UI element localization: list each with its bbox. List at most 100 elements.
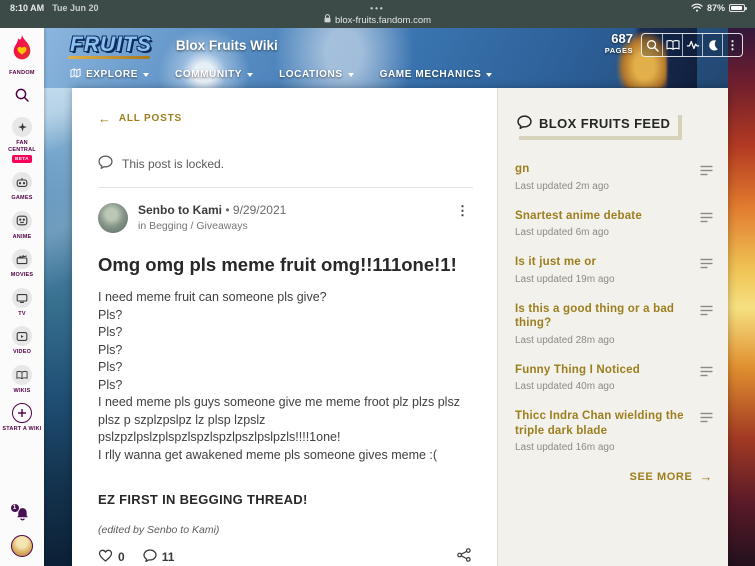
post-lines-icon — [700, 256, 713, 274]
feed-list: gn Last updated 2m ago Snartest anime de… — [515, 162, 713, 453]
header-more-menu[interactable]: ⋮ — [722, 34, 742, 56]
feed-item[interactable]: gn Last updated 2m ago — [515, 162, 713, 192]
post-category[interactable]: in Begging / Giveaways — [138, 220, 286, 232]
search-icon[interactable] — [642, 34, 662, 56]
post-paragraph: Pls? — [98, 307, 123, 322]
reactions-bar: 0 11 — [98, 548, 473, 565]
address-url: blox-fruits.fandom.com — [334, 14, 432, 26]
share-button[interactable] — [457, 548, 471, 565]
wiki-book-icon[interactable] — [662, 34, 682, 56]
post-paragraph: I need meme pls guys someone give me mem… — [98, 395, 460, 444]
sidebar-item-video[interactable]: VIDEO — [12, 326, 32, 356]
background-left-art — [44, 88, 72, 566]
feed-item[interactable]: Funny Thing I Noticed Last updated 40m a… — [515, 363, 713, 392]
fandom-sidebar: FANDOM FAN CENTRAL BETA GAMES ANIME MOVI… — [0, 28, 44, 566]
feed-item-updated: Last updated 16m ago — [515, 442, 615, 453]
nav-locations[interactable]: LOCATIONS — [279, 69, 354, 80]
sidebar-item-fan-central[interactable]: FAN CENTRAL BETA — [2, 117, 42, 163]
content-area: ← ALL POSTS This post is locked. Senbo t… — [72, 88, 728, 566]
screen: ••• 8:10 AM Tue Jun 20 87% blox-fruits.f… — [0, 0, 755, 566]
post-lines-icon — [700, 410, 713, 428]
feed-item[interactable]: Thicc Indra Chan wielding the triple dar… — [515, 409, 713, 453]
author-name[interactable]: Senbo to Kami — [138, 203, 222, 217]
share-icon — [457, 548, 471, 565]
edited-note: (edited by Senbo to Kami) — [98, 524, 220, 536]
wikis-icon — [12, 364, 32, 385]
comments-button[interactable]: 11 — [143, 548, 174, 565]
nav-game-mechanics[interactable]: GAME MECHANICS — [380, 69, 493, 80]
arrow-left-icon: ← — [98, 111, 112, 126]
fandom-flame-logo-icon[interactable] — [9, 35, 35, 68]
feed-item-updated: Last updated 28m ago — [515, 334, 615, 346]
wiki-header: FRUITS Blox Fruits Wiki 687 PAGES ⋮ EXPL… — [44, 28, 755, 88]
sidebar-item-label: GAMES — [11, 195, 33, 201]
feed-item-title: Is this a good thing or a bad thing? — [515, 302, 675, 330]
feed-item-updated: Last updated 40m ago — [515, 381, 615, 392]
sidebar-item-tv[interactable]: TV — [12, 287, 32, 318]
nav-explore[interactable]: EXPLORE — [70, 68, 149, 81]
locked-notice: This post is locked. — [98, 155, 473, 188]
wiki-logo[interactable]: FRUITS — [70, 33, 152, 57]
feed-item-title: Funny Thing I Noticed — [515, 363, 640, 376]
speech-bubble-icon — [98, 155, 113, 172]
feed-item-updated: Last updated 2m ago — [515, 180, 609, 192]
author-avatar[interactable] — [98, 203, 128, 233]
feed-item[interactable]: Snartest anime debate Last updated 6m ag… — [515, 209, 713, 238]
like-button[interactable]: 0 — [98, 549, 125, 565]
heart-icon — [98, 549, 113, 565]
locked-notice-text: This post is locked. — [122, 156, 225, 171]
activity-pulse-icon[interactable] — [682, 34, 702, 56]
like-count: 0 — [118, 549, 125, 564]
notifications-button[interactable]: 1 — [9, 503, 30, 527]
sidebar-item-label: MOVIES — [10, 272, 34, 278]
post-lines-icon — [700, 303, 713, 321]
user-avatar[interactable] — [11, 535, 33, 557]
feed-item-updated: Last updated 6m ago — [515, 227, 609, 238]
post-header: Senbo to Kami • 9/29/2021 in Begging / G… — [98, 203, 473, 233]
post-subheading: EZ FIRST IN BEGGING THREAD! — [98, 492, 308, 507]
feed-item-updated: Last updated 19m ago — [515, 273, 615, 285]
sidebar-item-games[interactable]: GAMES — [11, 172, 32, 202]
feed-bubble-icon — [517, 115, 532, 132]
sidebar-item-label: WIKIS — [13, 387, 31, 394]
sidebar-item-anime[interactable]: ANIME — [12, 210, 32, 241]
nav-label: EXPLORE — [86, 69, 138, 80]
tab-overview-dots[interactable]: ••• — [0, 4, 755, 13]
movies-icon — [12, 249, 32, 269]
chevron-down-icon — [247, 73, 254, 77]
post-lines-icon — [700, 163, 713, 181]
post-body: I need meme fruit can someone pls give? … — [98, 289, 473, 464]
feed-item-title: Snartest anime debate — [515, 209, 642, 222]
games-icon — [11, 172, 32, 192]
wiki-site-name[interactable]: Blox Fruits Wiki — [176, 38, 278, 53]
post-paragraph: Pls? — [98, 360, 123, 374]
post-title: Omg omg pls meme fruit omg!!111one!1! — [98, 254, 457, 275]
meta-separator: • — [225, 203, 230, 217]
kebab-icon: ⋮ — [726, 38, 739, 52]
battery-icon — [729, 4, 747, 12]
fandom-brand-label: FANDOM — [9, 70, 35, 76]
chevron-down-icon — [347, 73, 354, 77]
feed-header: BLOX FRUITS FEED — [515, 111, 678, 136]
tv-icon — [12, 287, 32, 308]
dark-mode-moon-icon[interactable] — [702, 34, 722, 56]
post-more-menu[interactable]: ⋮ — [452, 203, 473, 219]
see-more-link[interactable]: SEE MORE → — [515, 470, 713, 483]
post-lines-icon — [700, 364, 713, 382]
feed-item[interactable]: Is this a good thing or a bad thing? Las… — [515, 302, 713, 346]
page-count-number: 687 — [611, 31, 633, 46]
post-paragraph: Pls? — [98, 342, 123, 357]
sidebar-item-wikis[interactable]: WIKIS — [12, 364, 32, 395]
address-bar[interactable]: blox-fruits.fandom.com — [0, 14, 755, 26]
sidebar-item-label: FAN CENTRAL — [8, 140, 36, 153]
sidebar-item-start-a-wiki[interactable]: START A WIKI — [2, 403, 41, 433]
feed-item[interactable]: Is it just me or Last updated 19m ago — [515, 255, 713, 285]
sidebar-item-movies[interactable]: MOVIES — [11, 249, 34, 279]
wiki-navbar: EXPLORE COMMUNITY LOCATIONS GAME MECHANI… — [44, 57, 755, 81]
all-posts-back-link[interactable]: ← ALL POSTS — [98, 112, 182, 125]
post-paragraph: Pls? — [98, 325, 123, 339]
header-icon-group: ⋮ — [641, 33, 743, 57]
background-fire-art — [728, 28, 755, 566]
sidebar-search-icon[interactable] — [14, 87, 30, 108]
nav-community[interactable]: COMMUNITY — [175, 69, 254, 80]
